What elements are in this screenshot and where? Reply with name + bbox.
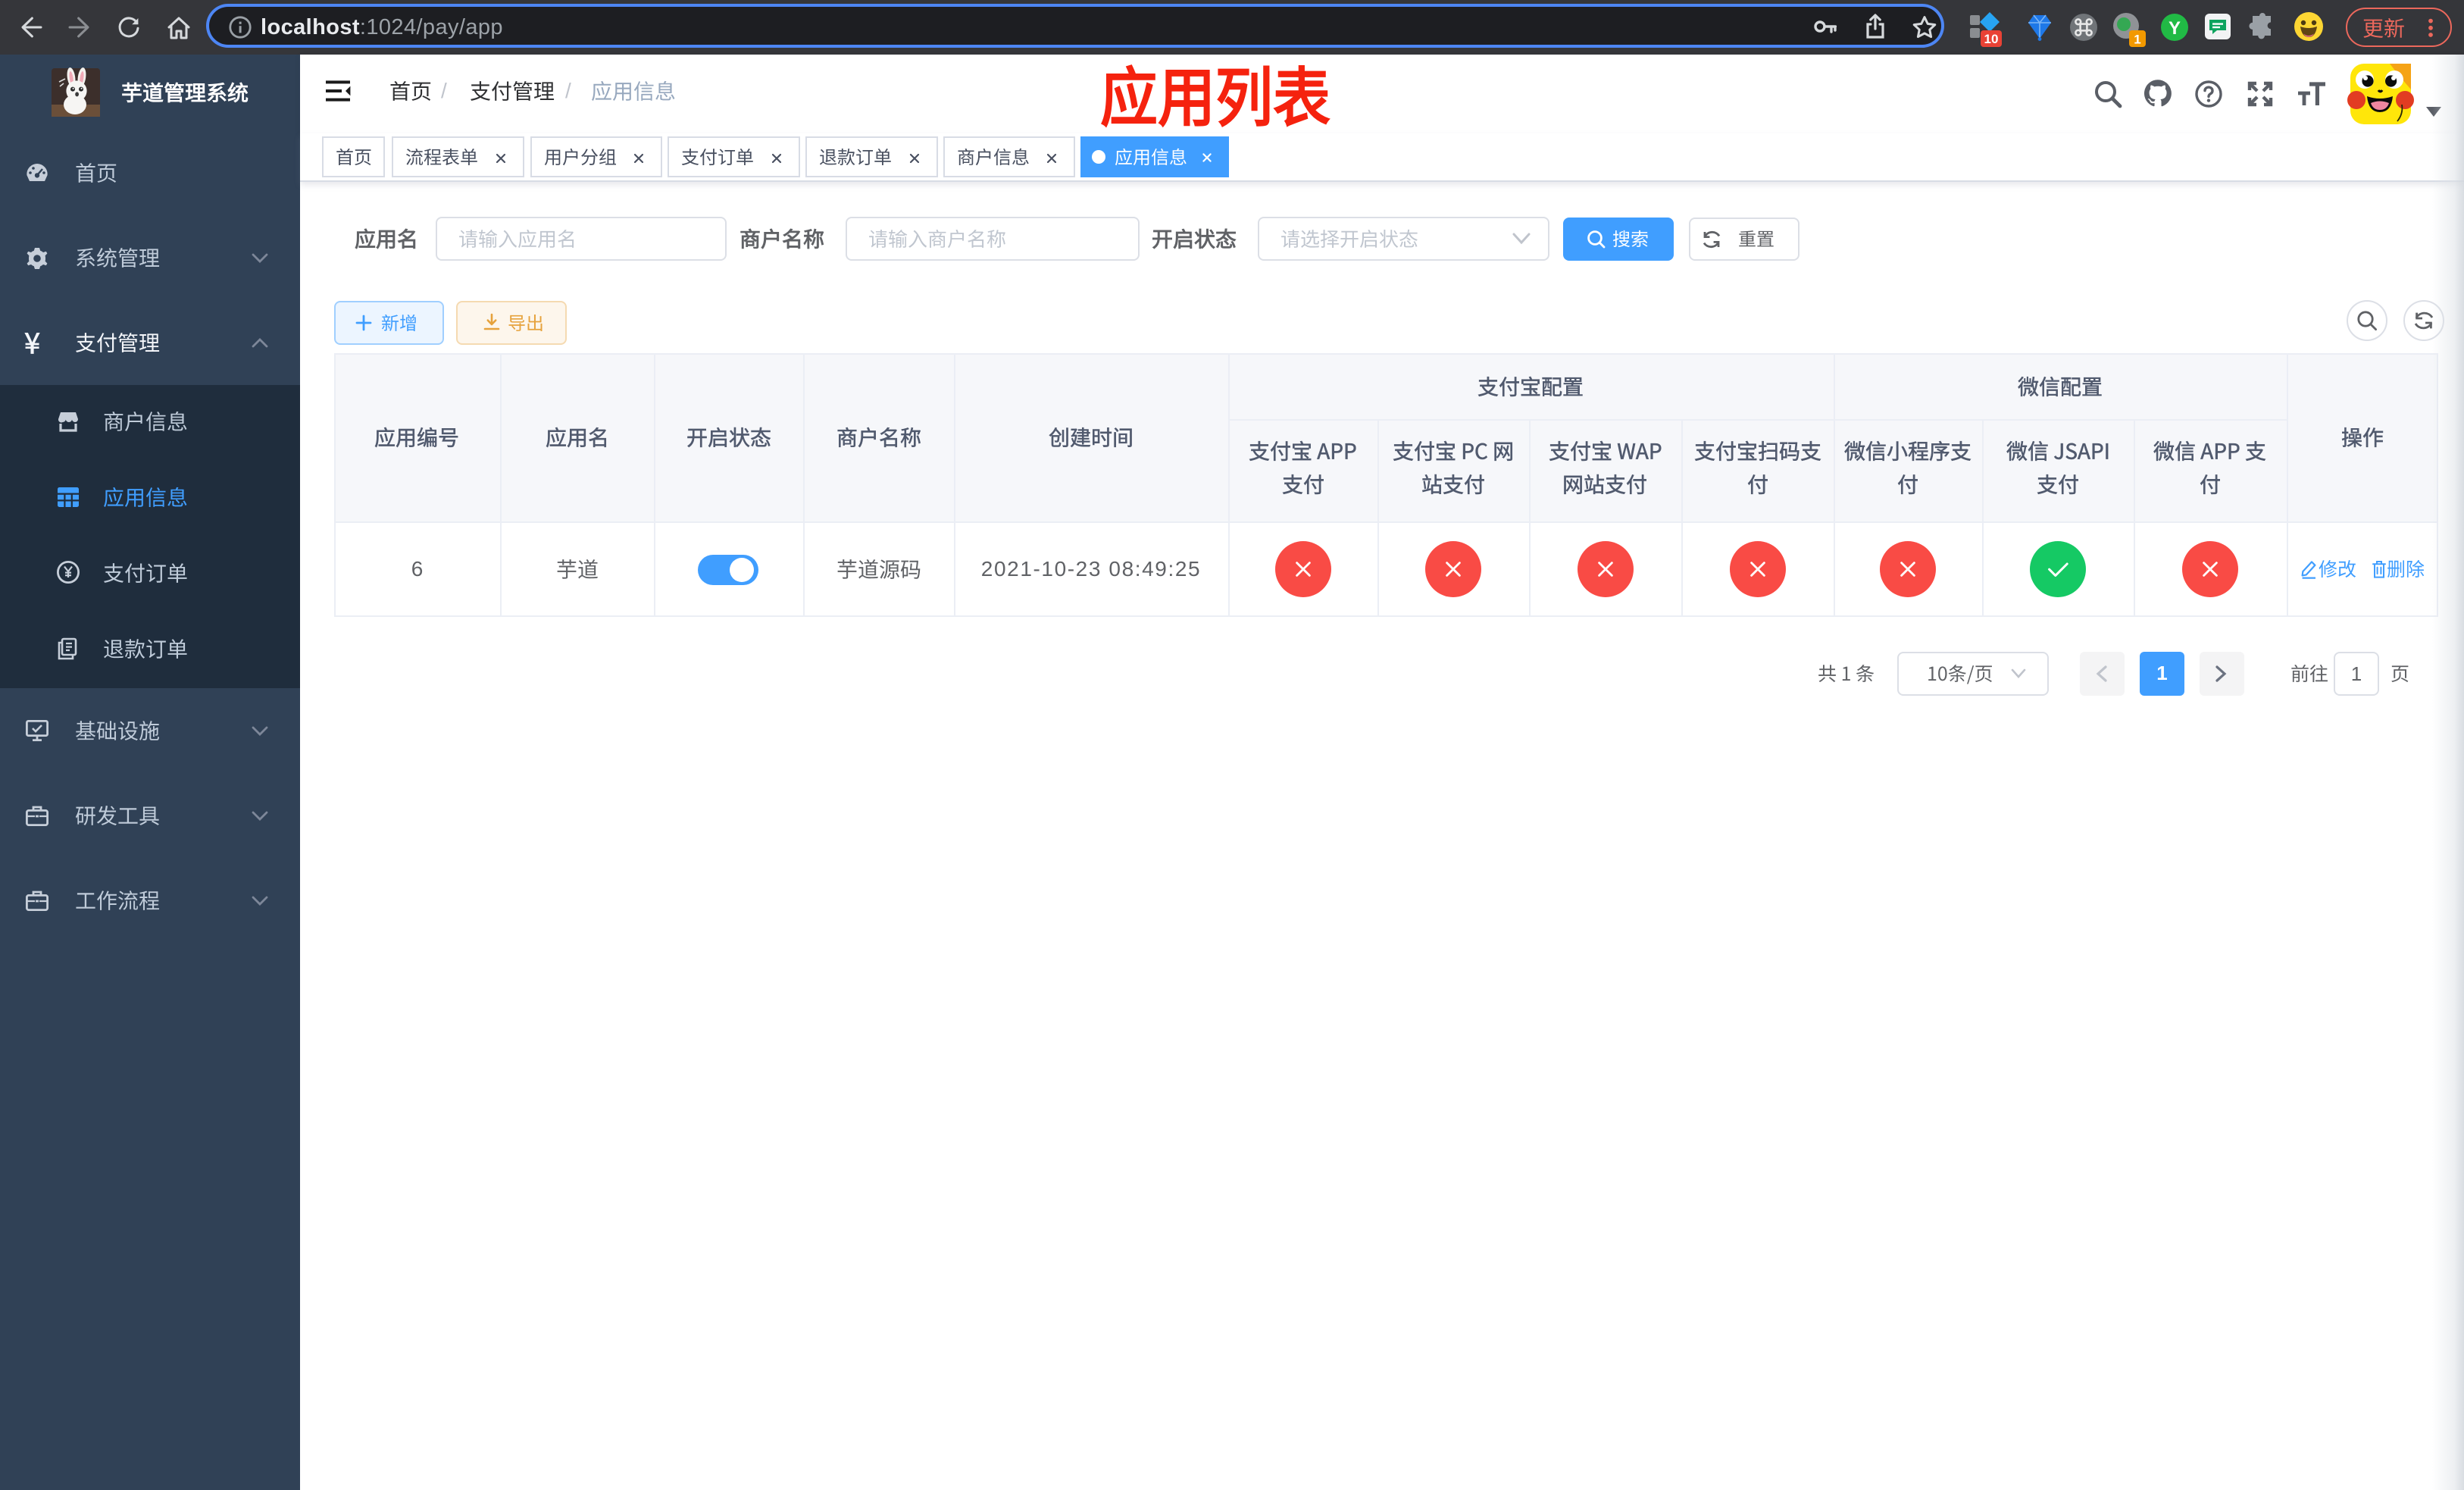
svg-text:10: 10 [1984,32,1999,46]
svg-text:1: 1 [2134,32,2140,46]
svg-text:Y: Y [2169,18,2181,39]
